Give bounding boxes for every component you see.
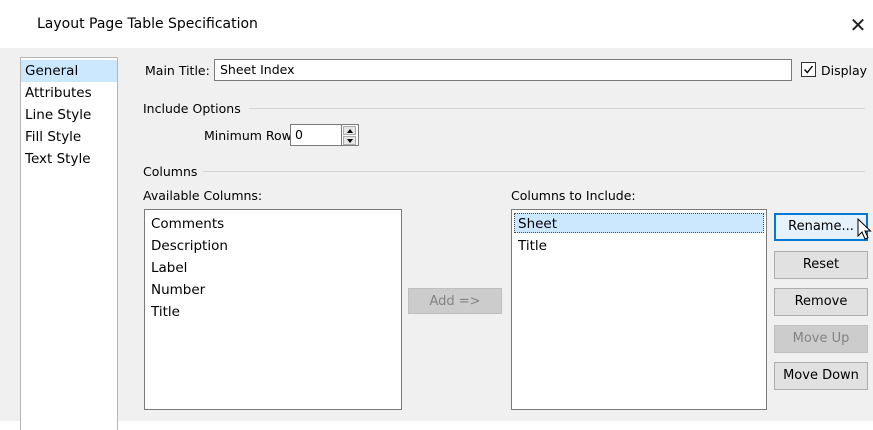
move-up-button[interactable]: Move Up (774, 325, 868, 353)
title-bar: Layout Page Table Specification ✕ (0, 0, 873, 48)
move-down-button[interactable]: Move Down (774, 362, 868, 390)
nav-item-general[interactable]: General (21, 60, 117, 82)
nav-item-text-style[interactable]: Text Style (21, 148, 117, 170)
list-item[interactable]: Number (151, 282, 205, 298)
display-label: Display (821, 63, 868, 78)
arrow-down-icon (347, 139, 353, 143)
columns-to-include-label: Columns to Include: (511, 188, 636, 203)
rename-button[interactable]: Rename... (774, 213, 868, 241)
category-list[interactable]: General Attributes Line Style Fill Style… (20, 57, 118, 430)
add-button[interactable]: Add => (408, 288, 502, 314)
nav-item-attributes[interactable]: Attributes (21, 82, 117, 104)
columns-heading: Columns (143, 164, 198, 179)
columns-divider (203, 171, 865, 172)
list-item[interactable]: Description (151, 238, 228, 254)
spin-down-button[interactable] (343, 136, 356, 145)
close-icon[interactable]: ✕ (843, 10, 873, 40)
display-checkbox[interactable] (801, 62, 816, 77)
columns-to-include-list[interactable]: Sheet Title (511, 209, 767, 410)
minimum-rows-spinner[interactable] (342, 124, 359, 146)
nav-item-line-style[interactable]: Line Style (21, 104, 117, 126)
remove-button[interactable]: Remove (774, 288, 868, 316)
available-columns-label: Available Columns: (143, 188, 263, 203)
window-title: Layout Page Table Specification (37, 16, 258, 32)
available-columns-list[interactable]: Comments Description Label Number Title (144, 209, 402, 410)
list-item[interactable]: Comments (151, 216, 224, 232)
mouse-pointer-icon (857, 218, 872, 240)
list-item[interactable]: Title (151, 304, 180, 320)
checkmark-icon (803, 65, 814, 74)
minimum-rows-input[interactable]: 0 (290, 124, 342, 146)
nav-item-fill-style[interactable]: Fill Style (21, 126, 117, 148)
main-title-input[interactable]: Sheet Index (214, 59, 792, 81)
arrow-up-icon (347, 129, 353, 133)
list-item[interactable]: Title (518, 238, 547, 254)
main-title-label: Main Title: (145, 63, 210, 78)
reset-button[interactable]: Reset (774, 251, 868, 279)
list-item-selected[interactable]: Sheet (518, 216, 557, 232)
minimum-rows-label: Minimum Rows: (204, 128, 303, 143)
include-options-heading: Include Options (143, 101, 241, 116)
include-options-divider (249, 108, 865, 109)
spin-up-button[interactable] (343, 126, 356, 135)
dialog-body: General Attributes Line Style Fill Style… (0, 48, 873, 430)
list-item[interactable]: Label (151, 260, 187, 276)
